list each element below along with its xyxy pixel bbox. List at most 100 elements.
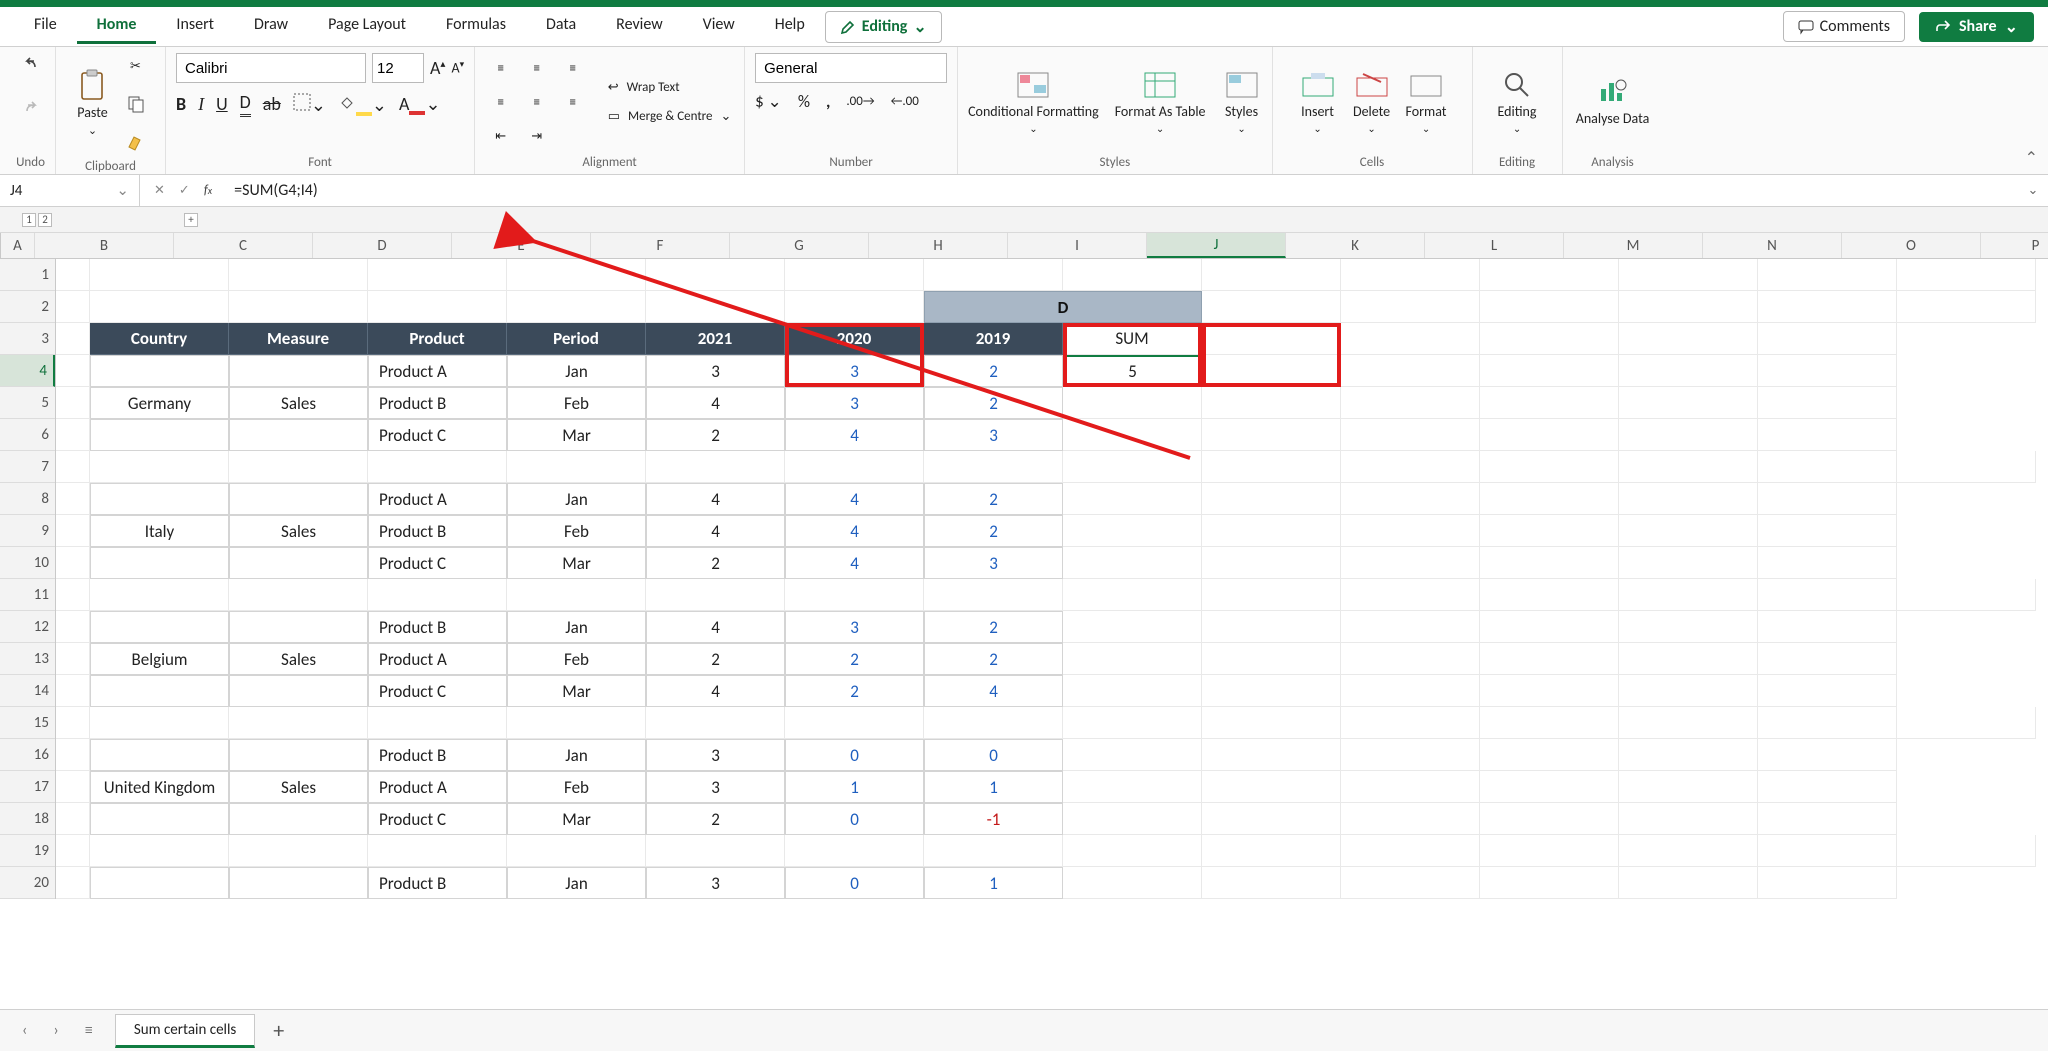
number-format-select[interactable] [755, 53, 947, 83]
row-header-4[interactable]: 4 [0, 355, 55, 387]
cell[interactable] [56, 515, 90, 547]
cell[interactable] [1341, 707, 1480, 739]
decrease-decimal-icon[interactable]: ←.00 [891, 94, 919, 109]
cell[interactable] [1619, 803, 1758, 835]
cell[interactable] [1063, 867, 1202, 899]
outline-level-1[interactable]: 1 [22, 213, 36, 227]
row-header-20[interactable]: 20 [0, 867, 55, 899]
column-header-A[interactable]: A [1, 233, 35, 258]
font-size-select[interactable] [372, 53, 424, 83]
redo-icon[interactable] [18, 97, 44, 123]
cell[interactable] [1619, 323, 1758, 355]
cell[interactable]: 4 [785, 483, 924, 515]
increase-indent-icon[interactable]: ⇥ [524, 123, 550, 149]
align-right-icon[interactable]: ≡ [560, 89, 586, 115]
cell[interactable]: 2 [924, 643, 1063, 675]
sheet-nav-prev[interactable]: ‹ [18, 1017, 31, 1044]
tab-insert[interactable]: Insert [156, 9, 234, 44]
cell[interactable] [1341, 291, 1480, 323]
cell[interactable] [56, 707, 90, 739]
cell[interactable] [1341, 451, 1480, 483]
cell[interactable] [1619, 419, 1758, 451]
cell[interactable] [90, 707, 229, 739]
cell[interactable] [507, 835, 646, 867]
cell[interactable]: 0 [785, 739, 924, 771]
cell[interactable]: 3 [785, 611, 924, 643]
align-middle-icon[interactable]: ≡ [524, 55, 550, 81]
cell[interactable] [1202, 387, 1341, 419]
row-header-1[interactable]: 1 [0, 259, 55, 291]
cell[interactable] [1480, 259, 1619, 291]
cell[interactable]: Product A [368, 483, 507, 515]
cell[interactable] [1202, 323, 1341, 355]
cell[interactable]: Germany [90, 387, 229, 419]
cell[interactable] [1619, 835, 1758, 867]
cell[interactable]: 0 [924, 739, 1063, 771]
editing-group-button[interactable]: Editing⌄ [1497, 70, 1537, 134]
sheet-nav-next[interactable]: › [49, 1017, 62, 1044]
cell[interactable] [1341, 323, 1480, 355]
cell[interactable]: Product C [368, 419, 507, 451]
share-button[interactable]: Share ⌄ [1919, 12, 2034, 42]
bold-button[interactable]: B [176, 93, 186, 115]
cell[interactable] [90, 451, 229, 483]
cell[interactable] [1480, 579, 1619, 611]
cell[interactable] [1063, 611, 1202, 643]
cell[interactable] [1202, 451, 1341, 483]
cell[interactable]: 4 [646, 515, 785, 547]
cell[interactable]: Sales [229, 515, 368, 547]
cell[interactable] [1480, 643, 1619, 675]
cell[interactable]: Italy [90, 515, 229, 547]
cell[interactable] [1202, 419, 1341, 451]
cell[interactable] [229, 707, 368, 739]
cell[interactable] [56, 643, 90, 675]
row-header-10[interactable]: 10 [0, 547, 55, 579]
row-header-9[interactable]: 9 [0, 515, 55, 547]
cell[interactable]: 4 [646, 387, 785, 419]
cell[interactable]: SUM [1063, 323, 1202, 355]
cell[interactable] [1619, 611, 1758, 643]
column-header-P[interactable]: P [1981, 233, 2048, 258]
cell[interactable]: 4 [646, 483, 785, 515]
currency-button[interactable]: $ ⌄ [755, 91, 782, 112]
cell[interactable] [1341, 515, 1480, 547]
column-header-I[interactable]: I [1008, 233, 1147, 258]
cell[interactable] [1758, 643, 1897, 675]
cell[interactable] [646, 259, 785, 291]
cell[interactable]: Product A [368, 771, 507, 803]
cell[interactable] [1758, 259, 1897, 291]
tab-view[interactable]: View [683, 9, 755, 44]
increase-decimal-icon[interactable]: .00→ [846, 94, 874, 109]
delete-cells-button[interactable]: Delete⌄ [1352, 70, 1392, 134]
cell[interactable] [1202, 515, 1341, 547]
cell[interactable]: Product [368, 323, 507, 355]
cell[interactable] [1063, 483, 1202, 515]
comments-button[interactable]: Comments [1783, 11, 1905, 42]
column-header-O[interactable]: O [1842, 233, 1981, 258]
cell[interactable] [56, 803, 90, 835]
cell[interactable] [1063, 579, 1202, 611]
cell[interactable] [1202, 579, 1341, 611]
cell[interactable] [1758, 419, 1897, 451]
cell[interactable] [1202, 259, 1341, 291]
cell[interactable] [1758, 867, 1897, 899]
column-header-G[interactable]: G [730, 233, 869, 258]
cell[interactable] [90, 355, 229, 387]
cell[interactable]: 4 [785, 547, 924, 579]
merge-centre-button[interactable]: ▭Merge & Centre ⌄ [608, 109, 732, 124]
row-header-18[interactable]: 18 [0, 803, 55, 835]
row-header-7[interactable]: 7 [0, 451, 55, 483]
cell[interactable] [1063, 739, 1202, 771]
cell[interactable]: 0 [785, 867, 924, 899]
cell[interactable]: 4 [785, 419, 924, 451]
cell[interactable] [507, 707, 646, 739]
cell[interactable] [229, 355, 368, 387]
cell[interactable]: Product A [368, 355, 507, 387]
cell[interactable] [56, 739, 90, 771]
cell[interactable] [1619, 451, 1758, 483]
cell[interactable]: Product C [368, 675, 507, 707]
sheet-list-icon[interactable]: ≡ [81, 1017, 97, 1044]
cell[interactable] [56, 547, 90, 579]
cell[interactable]: Jan [507, 611, 646, 643]
align-center-icon[interactable]: ≡ [524, 89, 550, 115]
